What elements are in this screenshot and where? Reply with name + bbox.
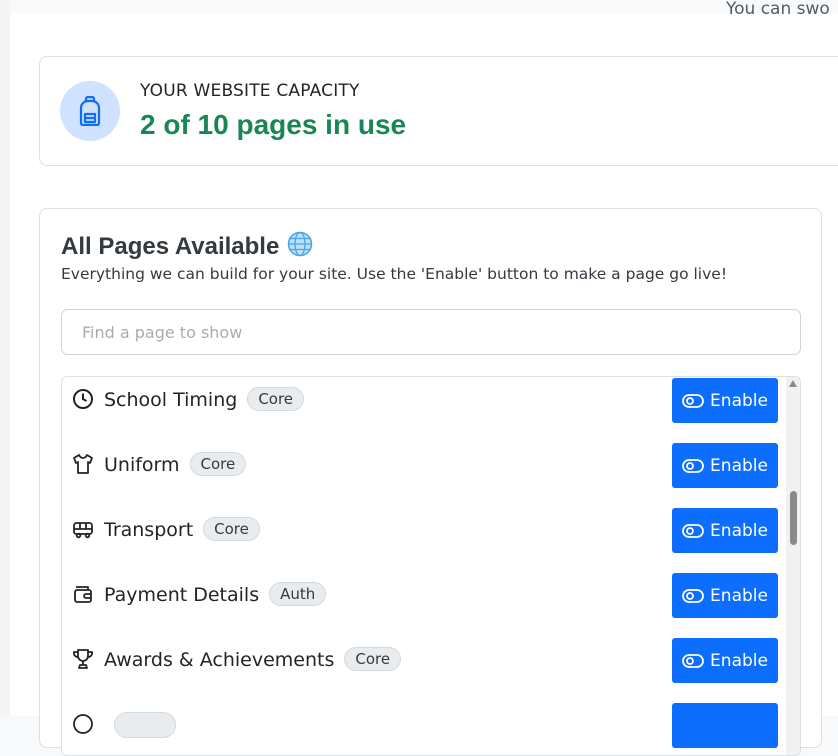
capacity-value: 2 of 10 pages in use xyxy=(140,109,407,140)
search-input[interactable] xyxy=(61,309,801,355)
item-badge: Core xyxy=(247,387,305,411)
pages-subtitle: Everything we can build for your site. U… xyxy=(61,265,728,283)
pages-title-text: All Pages Available xyxy=(61,233,280,260)
item-badge: Core xyxy=(189,452,247,476)
enable-button[interactable]: Enable xyxy=(672,508,778,553)
item-name-wrap: School Timing Core xyxy=(104,387,305,411)
item-name: School Timing xyxy=(104,389,238,411)
item-name-wrap: Uniform Core xyxy=(104,452,247,476)
backpack-icon xyxy=(79,96,101,126)
wallet-icon xyxy=(72,583,94,605)
enable-label: Enable xyxy=(710,585,768,606)
enable-label: Enable xyxy=(710,390,768,411)
item-badge: Core xyxy=(344,647,402,671)
item-name-wrap xyxy=(104,712,176,745)
item-name: Transport xyxy=(104,519,194,541)
trophy-icon xyxy=(72,648,94,670)
scrollbar[interactable] xyxy=(786,377,800,755)
item-name-wrap: Awards & Achievements Core xyxy=(104,647,402,671)
item-name: Awards & Achievements xyxy=(104,649,335,671)
main-panel: You can swo YOUR WEBSITE CAPACITY 2 of 1… xyxy=(10,0,838,756)
toggle-icon xyxy=(682,653,704,668)
item-badge: Core xyxy=(203,517,260,541)
enable-button[interactable]: Enable xyxy=(672,638,778,683)
globe-icon xyxy=(287,231,313,264)
generic-icon xyxy=(72,713,94,735)
capacity-icon-circle xyxy=(60,81,120,141)
list-item xyxy=(62,702,784,755)
clock-icon xyxy=(72,388,94,410)
pages-title: All Pages Available xyxy=(61,231,313,264)
pages-list[interactable]: School Timing Core Enable Uniform Core Ena… xyxy=(61,376,801,756)
enable-button[interactable]: Enable xyxy=(672,573,778,618)
enable-label: Enable xyxy=(710,455,768,476)
item-name: Uniform xyxy=(104,454,180,476)
pages-card: All Pages Available Everything we can bu… xyxy=(39,208,822,756)
list-item: Payment Details Auth Enable xyxy=(62,572,784,637)
list-item: Transport Core Enable xyxy=(62,507,784,572)
enable-button[interactable]: Enable xyxy=(672,378,778,423)
left-gutter xyxy=(0,0,10,716)
enable-button[interactable] xyxy=(672,703,778,748)
list-item: Uniform Core Enable xyxy=(62,442,784,507)
item-name: Payment Details xyxy=(104,584,260,606)
list-item: Awards & Achievements Core Enable xyxy=(62,637,784,702)
enable-label: Enable xyxy=(710,650,768,671)
shirt-icon xyxy=(72,453,94,475)
enable-button[interactable]: Enable xyxy=(672,443,778,488)
enable-label: Enable xyxy=(710,520,768,541)
list-item: School Timing Core Enable xyxy=(62,377,784,442)
capacity-card: YOUR WEBSITE CAPACITY 2 of 10 pages in u… xyxy=(39,56,838,166)
top-hint-text: You can swo xyxy=(726,0,830,19)
capacity-label: YOUR WEBSITE CAPACITY xyxy=(140,81,360,101)
toggle-icon xyxy=(682,588,704,603)
toggle-icon xyxy=(682,523,704,538)
item-name-wrap: Payment Details Auth xyxy=(104,582,327,606)
toggle-icon xyxy=(682,458,704,473)
scroll-up-arrow-icon[interactable] xyxy=(789,380,797,387)
bus-icon xyxy=(72,518,94,540)
toggle-icon xyxy=(682,393,704,408)
item-name-wrap: Transport Core xyxy=(104,517,260,541)
item-badge: Auth xyxy=(269,582,327,606)
scroll-thumb[interactable] xyxy=(790,491,797,545)
